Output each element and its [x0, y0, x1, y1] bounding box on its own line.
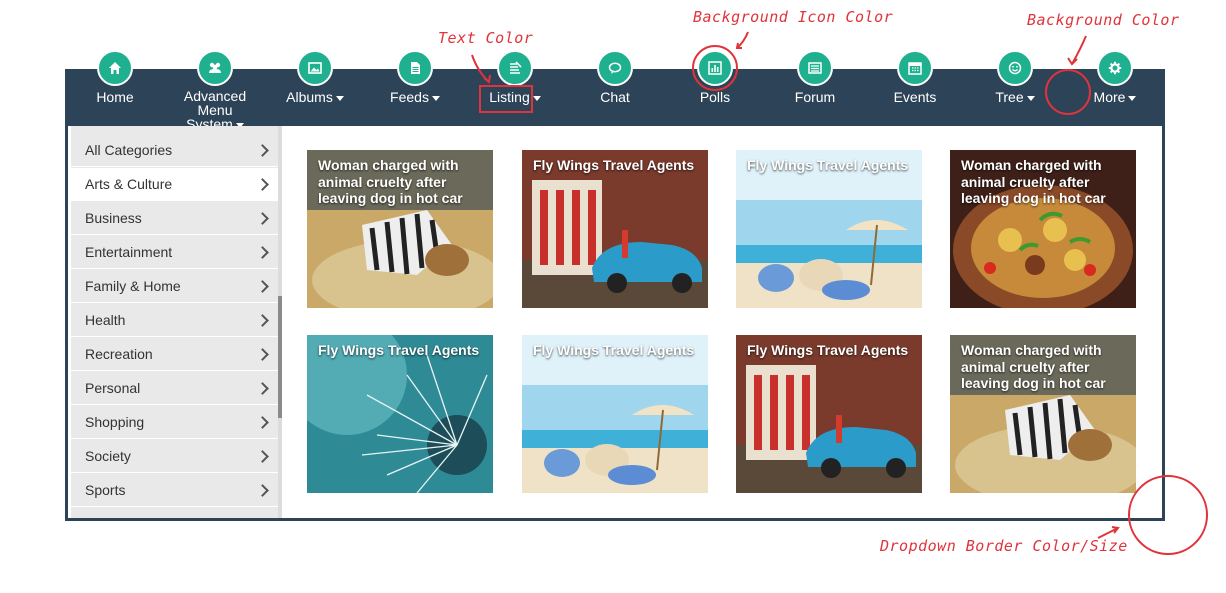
- caret-down-icon: [532, 95, 541, 101]
- forum-icon: [797, 50, 833, 86]
- caret-down-icon: [1128, 95, 1137, 101]
- nav-item-albums[interactable]: Albums: [265, 50, 365, 120]
- chevron-right-icon: [256, 212, 269, 225]
- nav-label-chat: Chat: [600, 89, 630, 105]
- chevron-right-icon: [256, 450, 269, 463]
- category-label: Shopping: [85, 414, 145, 430]
- beach-image: [522, 335, 708, 493]
- category-item-arts-culture[interactable]: Arts & Culture: [71, 168, 279, 201]
- nav-label-listing: Listing: [489, 89, 530, 105]
- chevron-right-icon: [256, 280, 269, 293]
- category-label: Business: [85, 210, 142, 226]
- list-icon: [497, 50, 533, 86]
- category-item-recreation[interactable]: Recreation: [71, 338, 279, 371]
- content-tile[interactable]: Woman charged with animal cruelty after …: [950, 150, 1136, 308]
- nav-label-more: More: [1093, 89, 1126, 105]
- chevron-right-icon: [256, 144, 269, 157]
- home-icon: [97, 50, 133, 86]
- scrollbar-thumb[interactable]: [278, 296, 282, 418]
- diner-car-image: [736, 335, 922, 493]
- nav-item-home[interactable]: Home: [65, 50, 165, 120]
- nav-label-polls: Polls: [699, 89, 731, 105]
- nav-label-albums: Albums: [286, 89, 333, 105]
- category-label: Health: [85, 312, 126, 328]
- content-tile[interactable]: Fly Wings Travel Agents: [522, 335, 708, 493]
- content-tile[interactable]: Fly Wings Travel Agents: [522, 150, 708, 308]
- tile-title: Woman charged with animal cruelty after …: [961, 157, 1106, 206]
- category-item-entertainment[interactable]: Entertainment: [71, 236, 279, 269]
- image-icon: [297, 50, 333, 86]
- tile-title: Fly Wings Travel Agents: [747, 342, 909, 358]
- chevron-right-icon: [256, 416, 269, 429]
- nav-item-polls[interactable]: Polls: [665, 50, 765, 120]
- chat-bubble-icon: [597, 50, 633, 86]
- category-item-shopping[interactable]: Shopping: [71, 406, 279, 439]
- bar-chart-icon: [697, 50, 733, 86]
- caret-down-icon: [1026, 95, 1035, 101]
- diner-car-image: [522, 150, 708, 308]
- nav-item-events[interactable]: Events: [865, 50, 965, 120]
- smiley-icon: [997, 50, 1033, 86]
- nav-item-feeds[interactable]: Feeds: [365, 50, 465, 120]
- chevron-right-icon: [256, 484, 269, 497]
- content-tile[interactable]: Fly Wings Travel Agents: [307, 335, 493, 493]
- category-label: Arts & Culture: [85, 176, 173, 192]
- chevron-right-icon: [256, 178, 269, 191]
- nav-label-home: Home: [96, 89, 134, 105]
- nav-label-events: Events: [893, 89, 937, 105]
- category-label: Personal: [85, 380, 141, 396]
- nav-item-advanced-menu[interactable]: Advanced Menu System: [165, 50, 265, 131]
- users-icon: [197, 50, 233, 86]
- nav-item-listing[interactable]: Listing: [465, 50, 565, 120]
- chevron-right-icon: [256, 314, 269, 327]
- content-tile[interactable]: Fly Wings Travel Agents: [736, 150, 922, 308]
- nav-label-tree: Tree: [995, 89, 1024, 105]
- annotation-text-color: Text Color: [438, 29, 534, 47]
- nav-item-chat[interactable]: Chat: [565, 50, 665, 120]
- tile-title: Fly Wings Travel Agents: [533, 157, 695, 173]
- nav-item-more[interactable]: More: [1065, 50, 1165, 120]
- category-item-health[interactable]: Health: [71, 304, 279, 337]
- nav-label-forum: Forum: [794, 89, 836, 105]
- beach-image: [736, 150, 922, 308]
- caret-down-icon: [431, 95, 440, 101]
- content-tile[interactable]: Woman charged with animal cruelty after …: [950, 335, 1136, 493]
- category-label: Recreation: [85, 346, 153, 362]
- category-item-all-categories[interactable]: All Categories: [71, 134, 279, 167]
- category-item-sports[interactable]: Sports: [71, 474, 279, 507]
- nav-label-advanced-line1: Advanced Menu: [183, 88, 247, 118]
- category-item-personal[interactable]: Personal: [71, 372, 279, 405]
- category-label: Sports: [85, 482, 126, 498]
- document-icon: [397, 50, 433, 86]
- category-label: All Categories: [85, 142, 173, 158]
- chevron-right-icon: [256, 348, 269, 361]
- nav-item-tree[interactable]: Tree: [965, 50, 1065, 120]
- category-item-business[interactable]: Business: [71, 202, 279, 235]
- chevron-right-icon: [256, 382, 269, 395]
- content-tile[interactable]: Woman charged with animal cruelty after …: [307, 150, 493, 308]
- content-tile[interactable]: Fly Wings Travel Agents: [736, 335, 922, 493]
- tile-title: Fly Wings Travel Agents: [747, 157, 909, 173]
- sidebar-scrollbar[interactable]: [278, 126, 282, 518]
- category-label: Family & Home: [85, 278, 181, 294]
- category-label: Entertainment: [85, 244, 173, 260]
- tile-title: Woman charged with animal cruelty after …: [961, 342, 1106, 391]
- annotation-dropdown-border: Dropdown Border Color/Size: [880, 537, 1128, 555]
- chevron-right-icon: [256, 246, 269, 259]
- nav-item-forum[interactable]: Forum: [765, 50, 865, 120]
- tile-title: Fly Wings Travel Agents: [318, 342, 480, 358]
- caret-down-icon: [335, 95, 344, 101]
- category-label: Society: [85, 448, 131, 464]
- dandelion-image: [307, 335, 493, 493]
- calendar-icon: [897, 50, 933, 86]
- nav-label-feeds: Feeds: [390, 89, 429, 105]
- category-item-family-home[interactable]: Family & Home: [71, 270, 279, 303]
- annotation-background-icon-color: Background Icon Color: [693, 8, 894, 26]
- gear-icon: [1097, 50, 1133, 86]
- tile-title: Woman charged with animal cruelty after …: [318, 157, 463, 206]
- category-sidebar: All Categories Arts & Culture Business E…: [71, 126, 279, 518]
- tile-title: Fly Wings Travel Agents: [533, 342, 695, 358]
- category-item-society[interactable]: Society: [71, 440, 279, 473]
- annotation-background-color: Background Color: [1027, 11, 1180, 29]
